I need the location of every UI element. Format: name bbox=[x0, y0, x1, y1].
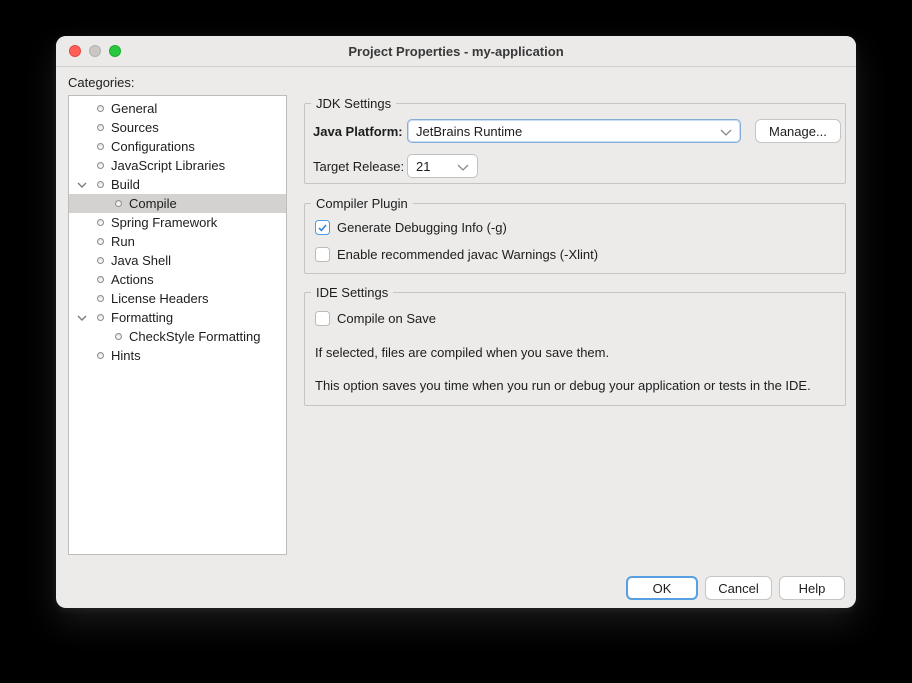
tree-item-license-headers[interactable]: License Headers bbox=[69, 289, 286, 308]
tree-item-label: Compile bbox=[127, 196, 177, 211]
tree-item-sources[interactable]: Sources bbox=[69, 118, 286, 137]
target-release-label: Target Release: bbox=[313, 159, 407, 174]
chevron-spacer bbox=[73, 194, 91, 213]
category-bullet-icon bbox=[91, 175, 109, 194]
tree-item-label: Java Shell bbox=[109, 253, 171, 268]
category-bullet-icon bbox=[91, 232, 109, 251]
compiler-plugin-group: Compiler Plugin Generate Debugging Info … bbox=[304, 203, 846, 274]
compile-on-save-help-line1: If selected, files are compiled when you… bbox=[315, 345, 609, 360]
generate-debug-checkbox[interactable] bbox=[315, 220, 330, 235]
tree-item-java-shell[interactable]: Java Shell bbox=[69, 251, 286, 270]
compile-on-save-label: Compile on Save bbox=[337, 311, 436, 326]
java-platform-value: JetBrains Runtime bbox=[416, 124, 714, 139]
generate-debug-row: Generate Debugging Info (-g) bbox=[315, 220, 507, 235]
target-release-row: Target Release: 21 bbox=[313, 154, 478, 178]
xlint-checkbox[interactable] bbox=[315, 247, 330, 262]
chevron-spacer bbox=[73, 270, 91, 289]
tree-item-label: License Headers bbox=[109, 291, 209, 306]
tree-item-label: General bbox=[109, 101, 157, 116]
chevron-spacer bbox=[73, 251, 91, 270]
xlint-label: Enable recommended javac Warnings (-Xlin… bbox=[337, 247, 598, 262]
cancel-button[interactable]: Cancel bbox=[705, 576, 772, 600]
tree-item-label: JavaScript Libraries bbox=[109, 158, 225, 173]
traffic-lights bbox=[69, 45, 121, 57]
category-bullet-icon bbox=[91, 156, 109, 175]
tree-item-general[interactable]: General bbox=[69, 99, 286, 118]
java-platform-label: Java Platform: bbox=[313, 124, 407, 139]
tree-item-run[interactable]: Run bbox=[69, 232, 286, 251]
category-bullet-icon bbox=[91, 99, 109, 118]
tree-item-label: Configurations bbox=[109, 139, 195, 154]
category-bullet-icon bbox=[91, 213, 109, 232]
tree-item-label: Run bbox=[109, 234, 135, 249]
compiler-plugin-legend: Compiler Plugin bbox=[311, 195, 413, 212]
chevron-down-icon[interactable] bbox=[73, 308, 91, 327]
chevron-spacer bbox=[73, 137, 91, 156]
tree-item-label: Sources bbox=[109, 120, 159, 135]
tree-item-checkstyle-formatting[interactable]: CheckStyle Formatting bbox=[69, 327, 286, 346]
xlint-row: Enable recommended javac Warnings (-Xlin… bbox=[315, 247, 598, 262]
chevron-down-icon bbox=[720, 124, 732, 139]
category-bullet-icon bbox=[109, 327, 127, 346]
title-bar[interactable]: Project Properties - my-application bbox=[56, 36, 856, 67]
ide-settings-group: IDE Settings Compile on Save If selected… bbox=[304, 292, 846, 406]
tree-item-spring-framework[interactable]: Spring Framework bbox=[69, 213, 286, 232]
tree-item-hints[interactable]: Hints bbox=[69, 346, 286, 365]
tree-item-compile[interactable]: Compile bbox=[69, 194, 286, 213]
tree-item-label: Hints bbox=[109, 348, 141, 363]
chevron-spacer bbox=[73, 99, 91, 118]
chevron-spacer bbox=[73, 327, 91, 346]
chevron-spacer bbox=[73, 156, 91, 175]
ide-settings-legend: IDE Settings bbox=[311, 284, 393, 301]
tree-item-configurations[interactable]: Configurations bbox=[69, 137, 286, 156]
close-button[interactable] bbox=[69, 45, 81, 57]
categories-label: Categories: bbox=[68, 75, 134, 90]
compile-on-save-help-line2: This option saves you time when you run … bbox=[315, 378, 811, 393]
jdk-settings-group: JDK Settings Java Platform: JetBrains Ru… bbox=[304, 103, 846, 184]
chevron-spacer bbox=[73, 232, 91, 251]
java-platform-combobox[interactable]: JetBrains Runtime bbox=[407, 119, 741, 143]
category-bullet-icon bbox=[91, 118, 109, 137]
tree-item-formatting[interactable]: Formatting bbox=[69, 308, 286, 327]
tree-item-build[interactable]: Build bbox=[69, 175, 286, 194]
ok-button[interactable]: OK bbox=[626, 576, 698, 600]
target-release-value: 21 bbox=[416, 159, 451, 174]
tree-item-javascript-libraries[interactable]: JavaScript Libraries bbox=[69, 156, 286, 175]
manage-button[interactable]: Manage... bbox=[755, 119, 841, 143]
generate-debug-label: Generate Debugging Info (-g) bbox=[337, 220, 507, 235]
category-bullet-icon bbox=[91, 251, 109, 270]
chevron-down-icon[interactable] bbox=[73, 175, 91, 194]
tree-item-label: Formatting bbox=[109, 310, 173, 325]
dialog-footer: OK Cancel Help bbox=[626, 576, 845, 600]
chevron-spacer bbox=[73, 213, 91, 232]
category-bullet-icon bbox=[109, 194, 127, 213]
window-title: Project Properties - my-application bbox=[348, 44, 563, 59]
jdk-settings-legend: JDK Settings bbox=[311, 95, 396, 112]
chevron-spacer bbox=[73, 289, 91, 308]
help-button[interactable]: Help bbox=[779, 576, 845, 600]
chevron-down-icon bbox=[457, 159, 469, 174]
tree-item-label: Build bbox=[109, 177, 140, 192]
target-release-combobox[interactable]: 21 bbox=[407, 154, 478, 178]
compile-on-save-row: Compile on Save bbox=[315, 311, 436, 326]
project-properties-dialog: Project Properties - my-application Cate… bbox=[56, 36, 856, 608]
category-bullet-icon bbox=[91, 137, 109, 156]
minimize-button[interactable] bbox=[89, 45, 101, 57]
java-platform-row: Java Platform: JetBrains Runtime Manage.… bbox=[313, 119, 841, 143]
category-bullet-icon bbox=[91, 308, 109, 327]
category-bullet-icon bbox=[91, 289, 109, 308]
compile-on-save-checkbox[interactable] bbox=[315, 311, 330, 326]
tree-item-label: Spring Framework bbox=[109, 215, 217, 230]
tree-item-actions[interactable]: Actions bbox=[69, 270, 286, 289]
category-bullet-icon bbox=[91, 270, 109, 289]
chevron-spacer bbox=[73, 118, 91, 137]
tree-item-label: CheckStyle Formatting bbox=[127, 329, 261, 344]
category-bullet-icon bbox=[91, 346, 109, 365]
chevron-spacer bbox=[73, 346, 91, 365]
zoom-button[interactable] bbox=[109, 45, 121, 57]
tree-item-label: Actions bbox=[109, 272, 154, 287]
categories-tree: General Sources Configurations JavaScrip… bbox=[68, 95, 287, 555]
